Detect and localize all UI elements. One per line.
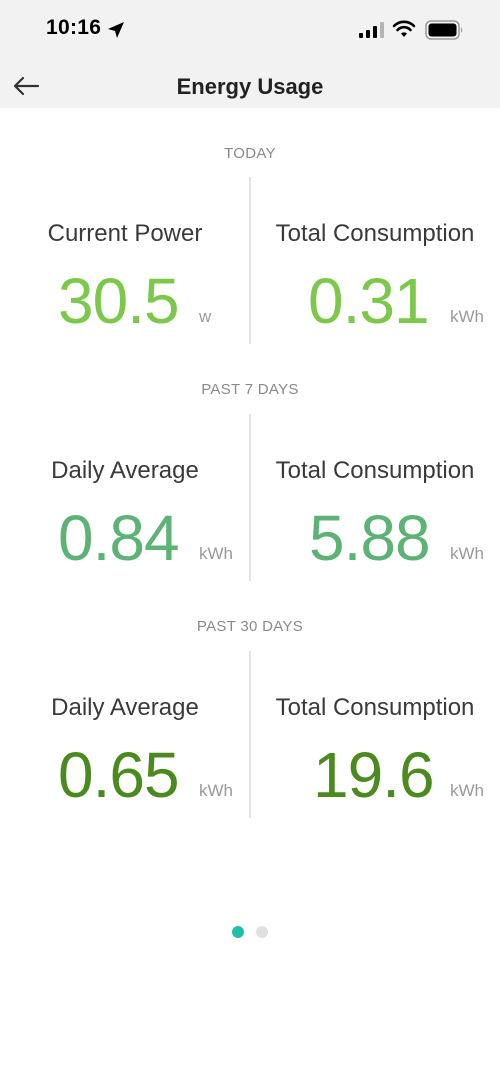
metric-unit: kWh (199, 544, 233, 563)
page-indicator (0, 924, 500, 940)
section-label: PAST 7 DAYS (201, 381, 299, 398)
total-consumption-metric: 5.88 kWh (250, 501, 500, 574)
page-dot[interactable] (256, 926, 268, 938)
metric-value: 19.6 (313, 739, 435, 811)
total-consumption-metric: 19.6 kWh (250, 738, 500, 811)
location-arrow-icon (108, 22, 124, 38)
metric-title: Total Consumption (275, 220, 475, 247)
metric-value: 5.88 (309, 502, 431, 574)
metric-value: 0.84 (58, 502, 180, 574)
battery-icon (425, 20, 463, 40)
daily-average-metric: 0.65 kWh (0, 738, 250, 811)
section-label: PAST 30 DAYS (196, 618, 304, 635)
total-consumption-metric: 0.31 kWh (250, 264, 500, 337)
metric-unit: kWh (450, 544, 484, 563)
page-title: Energy Usage (176, 74, 324, 99)
status-bar: 10:16 (0, 0, 500, 62)
current-power-metric: 30.5 w (0, 264, 250, 337)
metric-unit: kWh (450, 781, 484, 800)
metric-unit: kWh (450, 307, 484, 326)
metric-title: Daily Average (51, 457, 199, 484)
metric-title: Total Consumption (275, 694, 475, 721)
section-label: TODAY (224, 145, 276, 162)
metric-value: 0.65 (58, 739, 180, 811)
status-time: 10:16 (46, 16, 102, 39)
wifi-icon (392, 20, 416, 37)
metric-unit: w (199, 307, 212, 326)
metric-unit: kWh (199, 781, 233, 800)
cellular-signal-icon (359, 22, 384, 38)
metric-value: 30.5 (58, 265, 180, 337)
metric-value: 0.31 (308, 265, 430, 337)
energy-usage-screen: 10:16 Energy Usage TODAY Current Power 3… (0, 0, 500, 1082)
daily-average-metric: 0.84 kWh (0, 501, 250, 574)
metric-title: Total Consumption (275, 457, 475, 484)
metric-title: Current Power (47, 220, 203, 247)
page-dot-active[interactable] (232, 926, 244, 938)
nav-bar: Energy Usage (0, 62, 500, 108)
metric-title: Daily Average (51, 694, 199, 721)
